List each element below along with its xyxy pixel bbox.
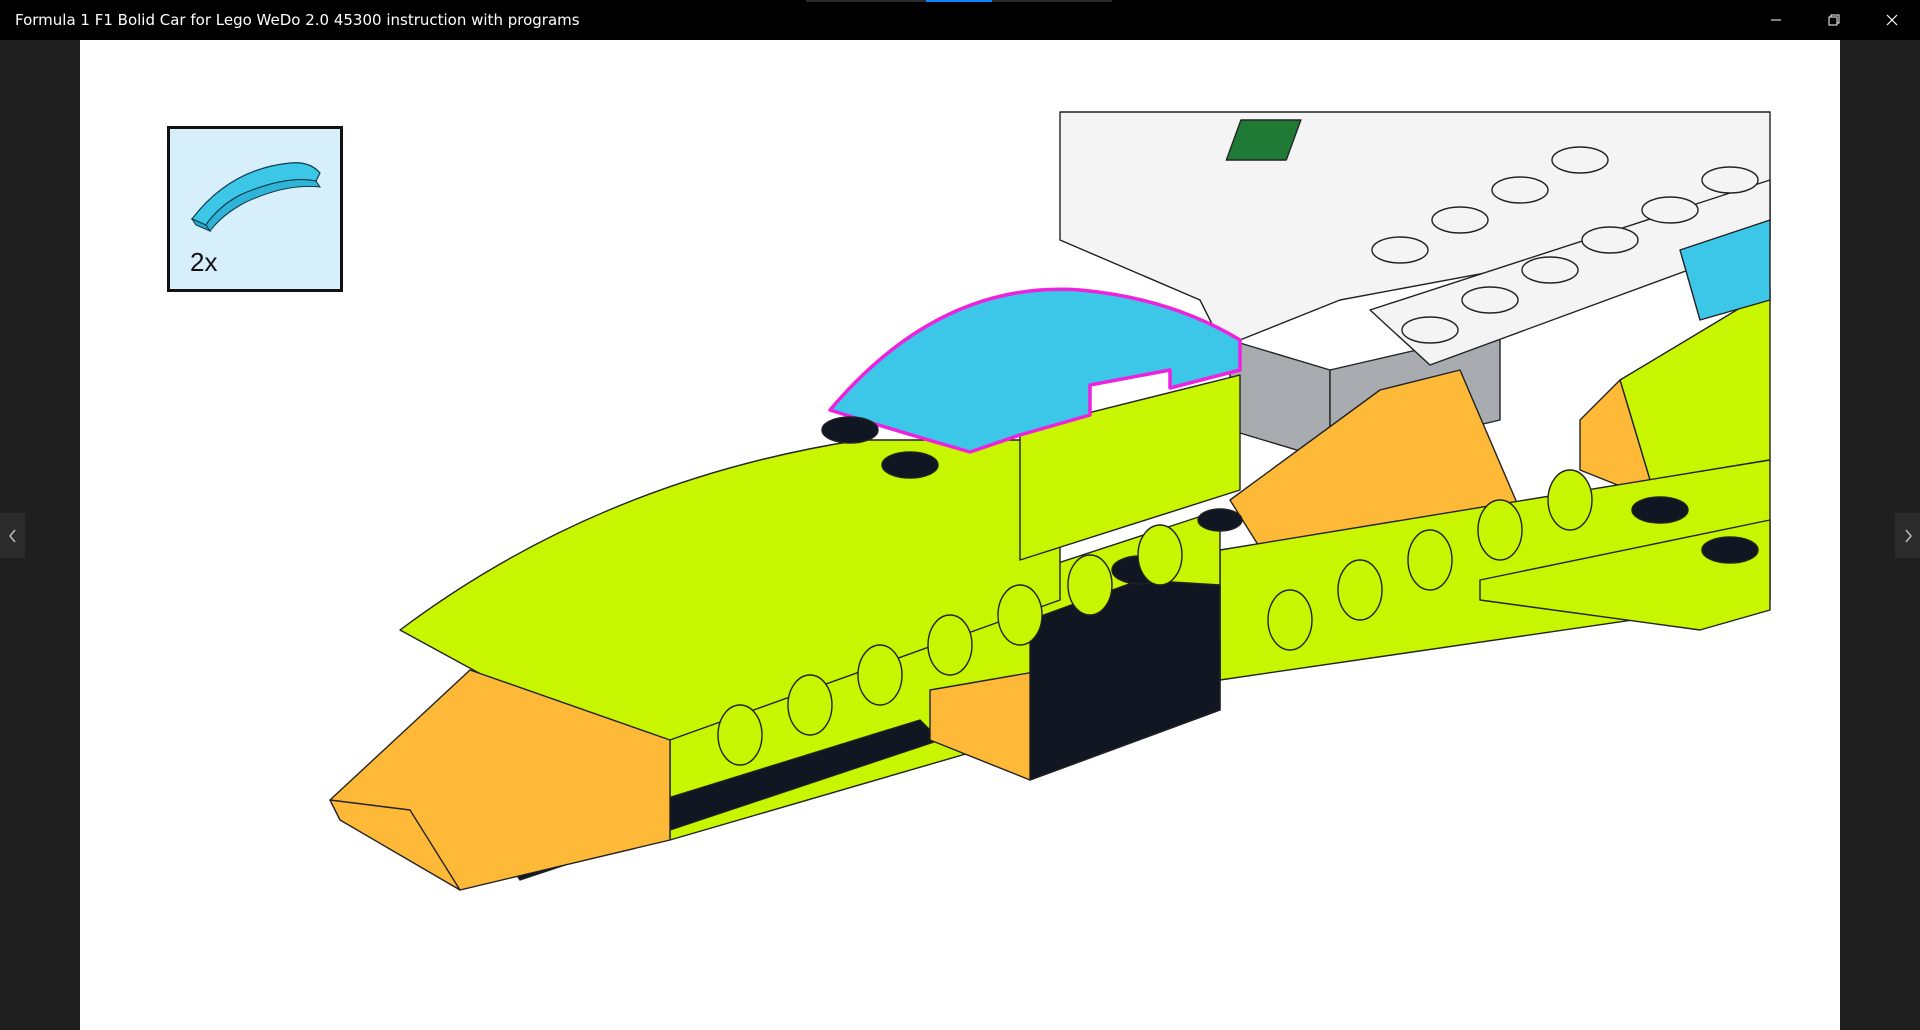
loading-progress-fill [926, 0, 992, 2]
window-title: Formula 1 F1 Bolid Car for Lego WeDo 2.0… [15, 11, 580, 29]
close-button[interactable] [1864, 0, 1920, 40]
minimize-button[interactable] [1748, 0, 1804, 40]
next-page-button[interactable] [1895, 513, 1920, 558]
instruction-page: 2x [80, 40, 1840, 1030]
chevron-right-icon [1904, 529, 1912, 542]
close-icon [1886, 14, 1898, 26]
minimize-icon [1771, 19, 1781, 21]
chevron-left-icon [8, 529, 16, 542]
model-illustration [329, 111, 1771, 891]
title-bar: Formula 1 F1 Bolid Car for Lego WeDo 2.0… [0, 0, 1920, 40]
previous-page-button[interactable] [0, 513, 25, 558]
loading-progress-bar [806, 0, 1112, 2]
restore-icon [1828, 14, 1840, 26]
restore-button[interactable] [1806, 0, 1862, 40]
